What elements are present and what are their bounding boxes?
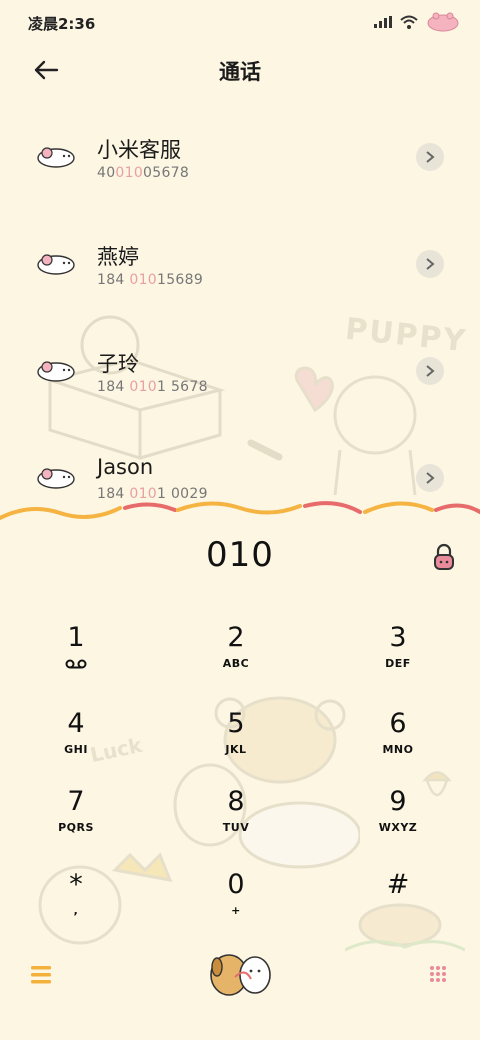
- contact-number: 184 0101 0029: [97, 486, 208, 502]
- key-4[interactable]: 4 GHI: [6, 709, 146, 783]
- key-5[interactable]: 5 JKL: [166, 709, 306, 783]
- signal-icon: [374, 16, 392, 28]
- key-letters: DEF: [385, 657, 411, 670]
- contact-number: 4001005678: [97, 165, 190, 181]
- contact-list: 小米客服 4001005678 燕婷 184 01015689 子玲 184 0…: [0, 110, 480, 538]
- contact-detail-button[interactable]: [416, 464, 444, 492]
- key-0[interactable]: 0 +: [166, 870, 306, 944]
- list-item[interactable]: 燕婷 184 01015689: [0, 217, 480, 324]
- contact-name: 子玲: [97, 352, 139, 376]
- contact-name: Jason: [97, 455, 154, 479]
- voicemail-icon: [65, 659, 87, 669]
- dial-input[interactable]: 010: [0, 535, 480, 575]
- key-7[interactable]: 7 PQRS: [6, 787, 146, 861]
- chevron-right-icon: [426, 258, 435, 270]
- key-star[interactable]: * ,: [6, 870, 146, 944]
- key-letters: +: [231, 904, 241, 917]
- contact-name: 燕婷: [97, 245, 139, 269]
- key-9[interactable]: 9 WXYZ: [328, 787, 468, 861]
- menu-icon[interactable]: [31, 966, 51, 984]
- key-2[interactable]: 2 ABC: [166, 623, 306, 697]
- contact-number: 184 01015689: [97, 272, 204, 288]
- key-digit: 1: [67, 622, 85, 653]
- key-digit: 5: [227, 708, 245, 739]
- key-digit: 7: [67, 786, 85, 817]
- bottom-bar: [0, 950, 480, 1010]
- contact-detail-button[interactable]: [416, 357, 444, 385]
- status-icons: [374, 12, 460, 32]
- key-digit: #: [386, 869, 410, 900]
- wifi-icon: [400, 15, 418, 29]
- key-hash[interactable]: #: [328, 870, 468, 944]
- key-letters: TUV: [222, 821, 250, 834]
- call-button-dog-icon[interactable]: [205, 947, 275, 999]
- key-8[interactable]: 8 TUV: [166, 787, 306, 861]
- key-6[interactable]: 6 MNO: [328, 709, 468, 783]
- contact-detail-button[interactable]: [416, 143, 444, 171]
- key-digit: 2: [227, 622, 245, 653]
- key-digit: 0: [227, 869, 245, 900]
- battery-pig-icon: [427, 12, 459, 32]
- key-digit: 4: [67, 708, 85, 739]
- list-item[interactable]: 子玲 184 0101 5678: [0, 324, 480, 431]
- key-digit: 6: [389, 708, 407, 739]
- key-letters: ,: [73, 904, 79, 917]
- key-1[interactable]: 1: [6, 623, 146, 697]
- lock-icon[interactable]: [433, 543, 455, 571]
- key-digit: 3: [389, 622, 407, 653]
- list-item[interactable]: Jason 184 0101 0029: [0, 431, 480, 538]
- pig-avatar-icon: [37, 361, 75, 382]
- status-bar: 凌晨2:36: [0, 0, 480, 44]
- key-digit: 8: [227, 786, 245, 817]
- key-letters: JKL: [225, 743, 247, 756]
- pig-avatar-icon: [37, 468, 75, 489]
- list-item[interactable]: 小米客服 4001005678: [0, 110, 480, 217]
- chevron-right-icon: [426, 151, 435, 163]
- pig-avatar-icon: [37, 254, 75, 275]
- key-letters: WXYZ: [378, 821, 418, 834]
- app-bar: 通话: [0, 46, 480, 96]
- key-digit: *: [69, 869, 83, 900]
- contact-detail-button[interactable]: [416, 250, 444, 278]
- pig-avatar-icon: [37, 147, 75, 168]
- key-letters: PQRS: [58, 821, 94, 834]
- contact-name: 小米客服: [97, 138, 181, 162]
- dialpad-icon[interactable]: [429, 965, 447, 985]
- key-letters: GHI: [64, 743, 88, 756]
- chevron-right-icon: [426, 365, 435, 377]
- key-digit: 9: [389, 786, 407, 817]
- key-letters: ABC: [222, 657, 250, 670]
- chevron-right-icon: [426, 472, 435, 484]
- contact-number: 184 0101 5678: [97, 379, 208, 395]
- key-letters: MNO: [382, 743, 414, 756]
- key-3[interactable]: 3 DEF: [328, 623, 468, 697]
- page-title: 通话: [219, 60, 261, 84]
- status-time: 凌晨2:36: [28, 15, 96, 33]
